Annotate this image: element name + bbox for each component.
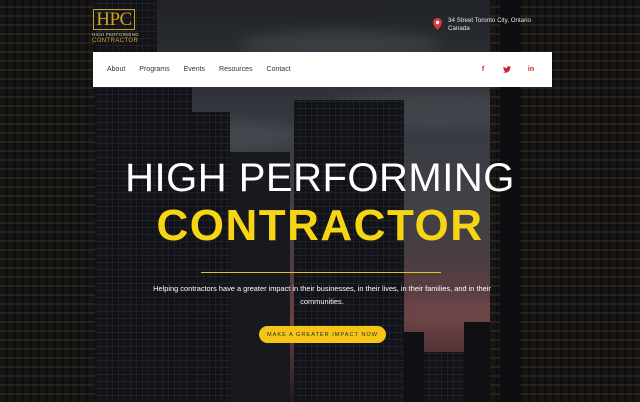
nav-item-contact[interactable]: Contact bbox=[267, 66, 291, 73]
linkedin-icon[interactable]: in bbox=[526, 65, 536, 75]
main-navbar: About Programs Events Resources Contact … bbox=[93, 52, 552, 87]
nav-links: About Programs Events Resources Contact bbox=[107, 66, 305, 73]
logo-tagline-line1: HIGH PERFORMING bbox=[92, 32, 139, 37]
logo-tagline-line2: CONTRACTOR bbox=[92, 38, 139, 44]
address-block: 34 Street Toronto City, Ontario Canada bbox=[433, 17, 531, 33]
twitter-bird-icon bbox=[503, 66, 511, 73]
address-line1: 34 Street Toronto City, Ontario bbox=[448, 17, 531, 24]
hero-title-line1: HIGH PERFORMING bbox=[125, 156, 515, 200]
logo-mark: HPC bbox=[93, 9, 135, 30]
nav-item-programs[interactable]: Programs bbox=[139, 66, 169, 73]
nav-item-resources[interactable]: Resources bbox=[219, 66, 252, 73]
site-logo[interactable]: HPC HIGH PERFORMING CONTRACTOR bbox=[92, 9, 139, 44]
nav-item-events[interactable]: Events bbox=[184, 66, 205, 73]
hero-title-line2: CONTRACTOR bbox=[156, 201, 484, 250]
hero-divider bbox=[201, 272, 441, 273]
twitter-icon[interactable] bbox=[502, 65, 512, 75]
nav-item-about[interactable]: About bbox=[107, 66, 125, 73]
hero-tagline: Helping contractors have a greater impac… bbox=[153, 284, 491, 306]
facebook-icon[interactable]: f bbox=[478, 65, 488, 75]
address-line2: Canada bbox=[448, 25, 470, 32]
cta-button[interactable]: MAKE A GREATER IMPACT NOW bbox=[259, 326, 386, 343]
map-pin-icon bbox=[433, 18, 442, 30]
social-links: f in bbox=[464, 65, 536, 75]
